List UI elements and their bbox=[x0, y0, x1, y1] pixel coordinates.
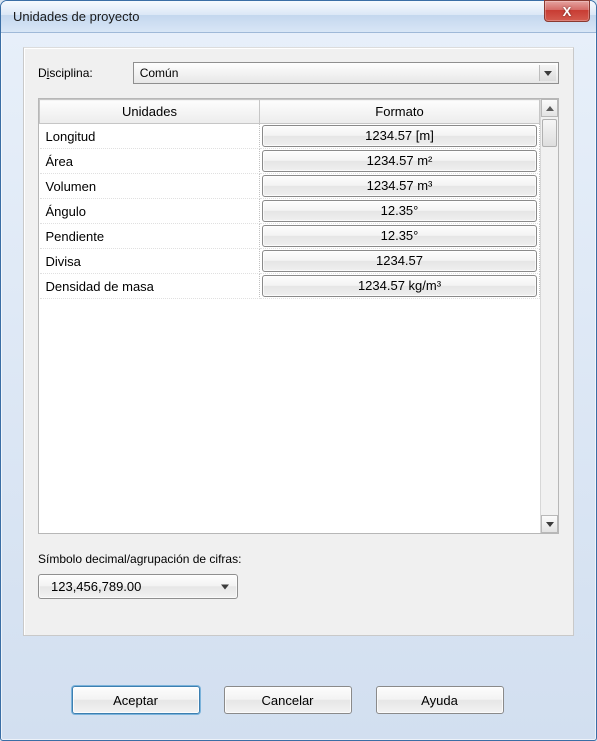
close-icon: X bbox=[563, 4, 572, 19]
table-row: Área1234.57 m² bbox=[40, 149, 540, 174]
format-button[interactable]: 1234.57 [m] bbox=[262, 125, 537, 147]
cancel-button[interactable]: Cancelar bbox=[224, 686, 352, 714]
titlebar[interactable]: Unidades de proyecto X bbox=[1, 1, 596, 33]
content-frame: Disciplina: Común Unidades Formato Longi… bbox=[23, 47, 574, 636]
table-row: Densidad de masa1234.57 kg/m³ bbox=[40, 274, 540, 299]
units-table: Unidades Formato Longitud1234.57 [m]Área… bbox=[39, 99, 540, 299]
help-button[interactable]: Ayuda bbox=[376, 686, 504, 714]
decimal-grouping-section: Símbolo decimal/agrupación de cifras: 12… bbox=[38, 552, 559, 599]
unit-name-cell[interactable]: Área bbox=[40, 149, 260, 174]
column-header-units[interactable]: Unidades bbox=[40, 100, 260, 124]
unit-name-cell[interactable]: Longitud bbox=[40, 124, 260, 149]
chevron-down-icon bbox=[546, 522, 554, 527]
table-row: Divisa1234.57 bbox=[40, 249, 540, 274]
unit-name-cell[interactable]: Ángulo bbox=[40, 199, 260, 224]
decimal-grouping-value: 123,456,789.00 bbox=[51, 579, 141, 594]
unit-format-cell: 1234.57 m³ bbox=[260, 174, 540, 199]
scroll-down-button[interactable] bbox=[541, 515, 558, 533]
unit-format-cell: 1234.57 m² bbox=[260, 149, 540, 174]
dialog-window: Unidades de proyecto X Disciplina: Común… bbox=[0, 0, 597, 741]
unit-name-cell[interactable]: Pendiente bbox=[40, 224, 260, 249]
chevron-down-icon bbox=[221, 584, 229, 589]
decimal-grouping-combobox[interactable]: 123,456,789.00 bbox=[38, 574, 238, 599]
ok-button[interactable]: Aceptar bbox=[72, 686, 200, 714]
units-table-container: Unidades Formato Longitud1234.57 [m]Área… bbox=[38, 98, 559, 534]
decimal-grouping-label: Símbolo decimal/agrupación de cifras: bbox=[38, 552, 559, 566]
table-row: Ángulo12.35° bbox=[40, 199, 540, 224]
column-header-format[interactable]: Formato bbox=[260, 100, 540, 124]
discipline-value: Común bbox=[140, 66, 179, 80]
table-row: Pendiente12.35° bbox=[40, 224, 540, 249]
chevron-up-icon bbox=[546, 106, 554, 111]
discipline-combobox[interactable]: Común bbox=[133, 62, 559, 84]
window-title: Unidades de proyecto bbox=[13, 9, 139, 24]
vertical-scrollbar[interactable] bbox=[540, 99, 558, 533]
format-button[interactable]: 12.35° bbox=[262, 225, 537, 247]
unit-format-cell: 12.35° bbox=[260, 199, 540, 224]
format-button[interactable]: 1234.57 m³ bbox=[262, 175, 537, 197]
table-row: Longitud1234.57 [m] bbox=[40, 124, 540, 149]
unit-format-cell: 1234.57 [m] bbox=[260, 124, 540, 149]
format-button[interactable]: 1234.57 bbox=[262, 250, 537, 272]
scrollbar-thumb[interactable] bbox=[542, 119, 557, 147]
unit-format-cell: 1234.57 kg/m³ bbox=[260, 274, 540, 299]
discipline-row: Disciplina: Común bbox=[38, 62, 559, 84]
unit-name-cell[interactable]: Divisa bbox=[40, 249, 260, 274]
table-row: Volumen1234.57 m³ bbox=[40, 174, 540, 199]
unit-name-cell[interactable]: Volumen bbox=[40, 174, 260, 199]
format-button[interactable]: 1234.57 m² bbox=[262, 150, 537, 172]
discipline-label: Disciplina: bbox=[38, 66, 93, 80]
format-button[interactable]: 12.35° bbox=[262, 200, 537, 222]
unit-name-cell[interactable]: Densidad de masa bbox=[40, 274, 260, 299]
format-button[interactable]: 1234.57 kg/m³ bbox=[262, 275, 537, 297]
unit-format-cell: 1234.57 bbox=[260, 249, 540, 274]
dialog-button-row: Aceptar Cancelar Ayuda bbox=[1, 686, 596, 714]
scroll-up-button[interactable] bbox=[541, 99, 558, 117]
unit-format-cell: 12.35° bbox=[260, 224, 540, 249]
chevron-down-icon bbox=[539, 65, 556, 81]
close-button[interactable]: X bbox=[544, 0, 590, 22]
